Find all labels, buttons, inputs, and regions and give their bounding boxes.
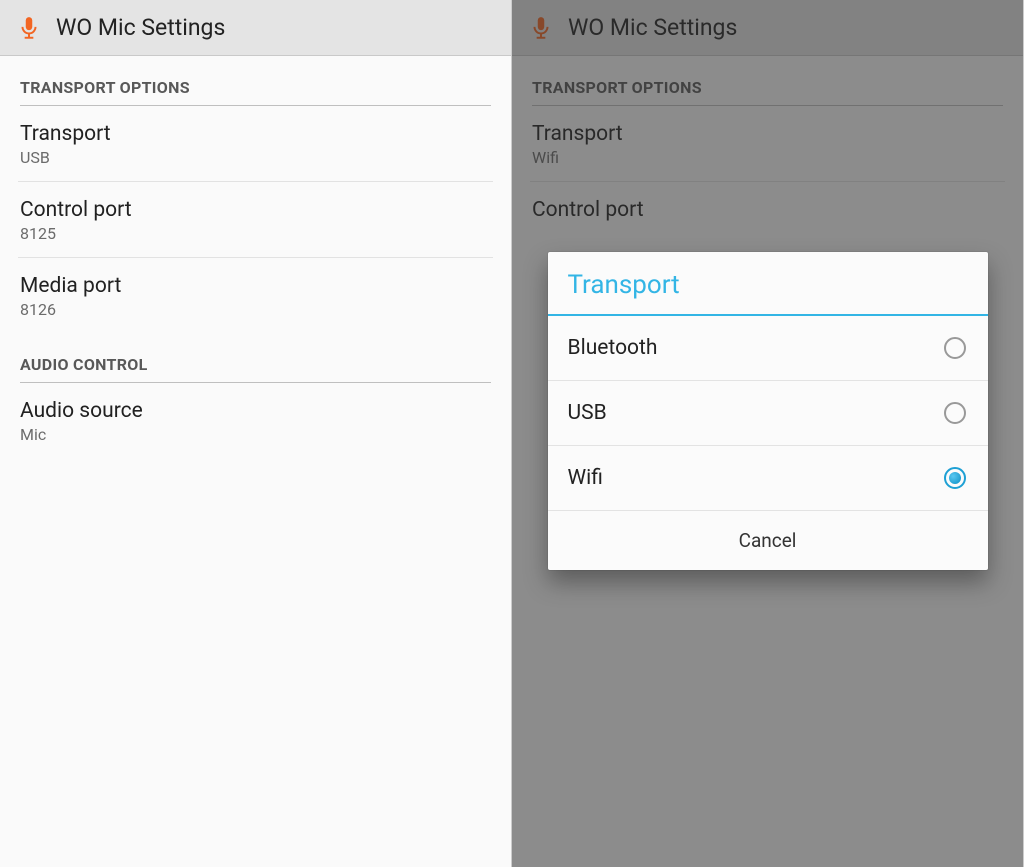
option-usb[interactable]: USB [548,381,988,446]
setting-value: Mic [20,425,491,444]
settings-list: TRANSPORT OPTIONS Transport USB Control … [0,56,511,867]
section-header-transport: TRANSPORT OPTIONS [0,56,511,105]
radio-icon-selected [944,467,966,489]
setting-transport[interactable]: Transport USB [18,106,493,182]
setting-value: 8126 [20,300,491,319]
radio-icon [944,337,966,359]
option-bluetooth[interactable]: Bluetooth [548,316,988,381]
setting-title: Media port [20,274,491,298]
option-wifi[interactable]: Wifi [548,446,988,511]
settings-pane-right: WO Mic Settings TRANSPORT OPTIONS Transp… [512,0,1024,867]
setting-value: USB [20,148,491,167]
setting-control-port[interactable]: Control port 8125 [18,182,493,258]
cancel-label: Cancel [739,529,797,552]
mic-icon [16,15,42,41]
page-title: WO Mic Settings [56,14,225,41]
radio-icon [944,402,966,424]
app-header: WO Mic Settings [0,0,511,56]
option-label: USB [568,401,607,425]
setting-title: Control port [20,198,491,222]
dialog-title: Transport [548,252,988,316]
transport-dialog: Transport Bluetooth USB Wifi Cancel [548,252,988,570]
setting-value: 8125 [20,224,491,243]
setting-media-port[interactable]: Media port 8126 [18,258,493,333]
option-label: Wifi [568,466,603,490]
setting-audio-source[interactable]: Audio source Mic [18,383,493,458]
section-header-audio: AUDIO CONTROL [0,333,511,382]
option-label: Bluetooth [568,336,658,360]
cancel-button[interactable]: Cancel [548,511,988,570]
settings-pane-left: WO Mic Settings TRANSPORT OPTIONS Transp… [0,0,512,867]
setting-title: Transport [20,122,491,146]
setting-title: Audio source [20,399,491,423]
